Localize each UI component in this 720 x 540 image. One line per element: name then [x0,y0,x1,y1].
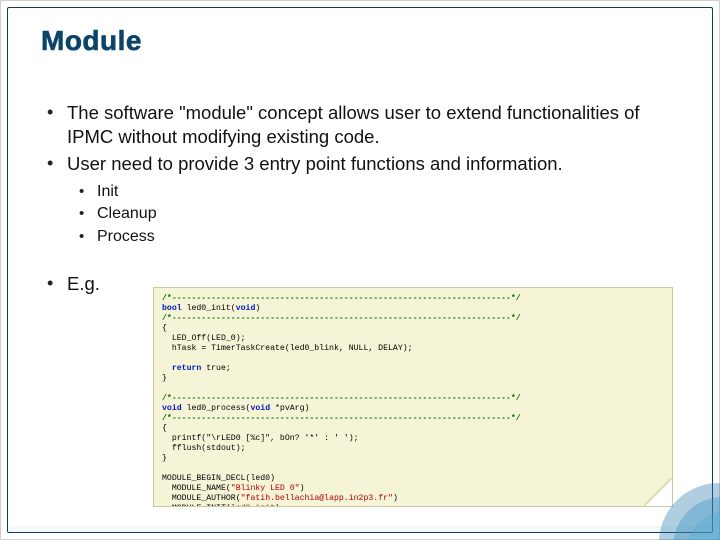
page-curl-icon [644,478,672,506]
code-text: printf("\rLED0 [%c]", bOn? '*' : ' '); [162,434,359,443]
slide: Module The software "module" concept all… [0,0,720,540]
code-ident: led0_init [231,504,275,507]
code-keyword: void [250,404,270,413]
code-keyword: void [162,404,182,413]
code-keyword: void [236,304,256,313]
code-text: true; [201,364,230,373]
slide-title: Module [41,25,142,57]
code-text: MODULE_BEGIN_DECL(led0) [162,474,275,483]
bullet-list: The software "module" concept allows use… [45,101,671,176]
code-block: /*--------------------------------------… [153,287,673,507]
code-text: } [162,374,167,383]
code-text: MODULE_NAME( [162,484,231,493]
code-text: ) [275,504,280,507]
code-text: hTask = TimerTaskCreate(led0_blink, NULL… [162,344,413,353]
code-line: /*--------------------------------------… [162,414,521,423]
code-text: ) [300,484,305,493]
code-text: led0_process( [182,404,251,413]
code-line: /*--------------------------------------… [162,394,521,403]
bullet-item: User need to provide 3 entry point funct… [45,152,671,176]
code-text: fflush(stdout); [162,444,246,453]
code-string: "fatih.bellachia@lapp.in2p3.fr" [241,494,393,503]
code-text: { [162,324,167,333]
sub-bullet-item: Process [79,227,671,247]
code-text: ) [255,304,260,313]
sub-bullet-list: Init Cleanup Process [79,182,671,247]
code-text: { [162,424,167,433]
code-text: MODULE_INIT( [162,504,231,507]
sub-bullet-item: Cleanup [79,204,671,224]
code-text: LED_Off(LED_0); [162,334,246,343]
slide-body: The software "module" concept allows use… [45,101,671,249]
sub-bullet-item: Init [79,182,671,202]
code-text: } [162,454,167,463]
code-keyword: bool [162,304,182,313]
code-line: /*--------------------------------------… [162,294,521,303]
code-text: led0_init( [182,304,236,313]
bullet-item: The software "module" concept allows use… [45,101,671,148]
code-text: *pvArg) [270,404,309,413]
code-line: /*--------------------------------------… [162,314,521,323]
example-label: E.g. [45,273,100,295]
code-text: MODULE_AUTHOR( [162,494,241,503]
code-keyword: return [162,364,201,373]
code-text: ) [393,494,398,503]
code-string: "Blinky LED 0" [231,484,300,493]
